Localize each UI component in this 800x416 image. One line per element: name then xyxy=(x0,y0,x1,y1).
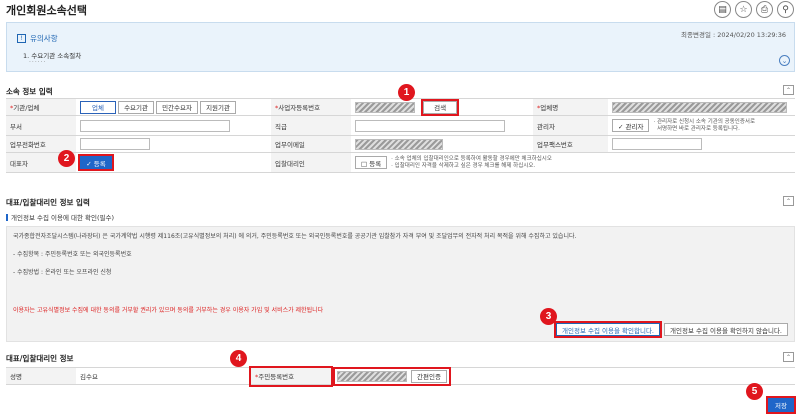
fax-label: 업무팩스번호 xyxy=(533,135,608,153)
collapse-icon[interactable]: ⌃ xyxy=(783,352,794,362)
dept-input[interactable] xyxy=(80,119,230,132)
agree-button[interactable]: 개인정보 수집 이용을 확인합니다. xyxy=(554,321,662,338)
agent-hint: · 소속 업체의 입찰대리인으로 등록하여 활동할 경우에만 체크하십시오 · … xyxy=(391,155,552,169)
collapse-icon[interactable]: ⌃ xyxy=(783,196,794,206)
section-title-rep: 대표/입찰대리인 정보 xyxy=(6,354,74,363)
disagree-button[interactable]: 개인정보 수집 이용을 확인하지 않습니다. xyxy=(664,323,788,336)
bullet-bar xyxy=(6,213,8,221)
consent-subtitle: 개인정보 수집 이용에 대한 확인(필수) xyxy=(6,212,114,222)
company-label: *업체명 xyxy=(533,98,608,116)
consent-choices: 개인정보 수집 이용을 확인합니다. 개인정보 수집 이용을 확인하지 않습니다… xyxy=(554,321,788,338)
search-button[interactable]: 검색 xyxy=(421,98,460,116)
manager-label: 관리자 xyxy=(533,115,608,136)
agent-label: 입찰대리인 xyxy=(271,152,351,173)
notice-icon: ! xyxy=(17,34,26,43)
zoom-icon[interactable]: ⚲ xyxy=(777,1,794,18)
bizno-label: *사업자등록번호 xyxy=(271,98,351,116)
step-badge-5: 5 xyxy=(746,383,763,400)
company-cell xyxy=(608,98,795,116)
org-type-private-button[interactable]: 민간수요자 xyxy=(156,100,198,114)
org-type-support-button[interactable]: 지원기관 xyxy=(200,100,236,114)
manager-hint: · 관리자로 신청시 소속 기관의 공동인증서로 서명하면 바로 관리자로 등록… xyxy=(653,118,756,132)
rrn-group: 간편인증 xyxy=(333,366,451,386)
affiliation-form: *기관/업체 업체 수요기관 민간수요자 지원기관 *사업자등록번호 검색 *업… xyxy=(6,98,795,173)
company-field xyxy=(612,101,787,113)
rrn-field xyxy=(337,370,407,382)
position-input[interactable] xyxy=(355,119,505,132)
section-title-consent: 대표/입찰대리인 정보 입력 xyxy=(6,198,90,207)
print-icon[interactable]: ⎙ xyxy=(756,1,773,18)
bizno-cell: 검색 xyxy=(351,98,533,116)
step-badge-1: 1 xyxy=(398,84,415,101)
phone-input[interactable] xyxy=(80,138,150,150)
step-badge-3: 3 xyxy=(540,308,557,325)
bizno-field[interactable] xyxy=(355,101,415,113)
section-title-affiliation: 소속 정보 입력 xyxy=(6,87,53,96)
last-updated: 최종변경일 : 2024/02/20 13:29:36 xyxy=(681,31,786,39)
collapse-icon[interactable]: ⌃ xyxy=(783,85,794,95)
manual-icon[interactable]: ▤ xyxy=(714,1,731,18)
name-value: 김수요 xyxy=(76,367,251,385)
fax-input[interactable] xyxy=(612,138,702,150)
top-toolbar: ▤ ☆ ⎙ ⚲ xyxy=(714,1,794,18)
consent-item: - 수집항목 : 주민등록번호 또는 외국인등록번호 xyxy=(13,251,132,258)
notice-panel: ! 유의사항 1. 수요기관 소속절차 ...... 최종변경일 : 2024/… xyxy=(6,22,795,72)
dept-label: 부서 xyxy=(6,115,76,136)
page-title: 개인회원소속선택 xyxy=(6,4,87,17)
step-badge-4: 4 xyxy=(230,350,247,367)
org-type-cell: 업체 수요기관 민간수요자 지원기관 xyxy=(76,98,271,116)
consent-warning: 이용자는 고유식별정보 수집에 대한 동의를 거부할 권리가 있으며 동의를 거… xyxy=(13,307,324,314)
consent-panel: 국가종합전자조달시스템(나라장터) 은 국가계약법 시행령 제116조(고유식별… xyxy=(6,226,795,342)
rep-register-checkbox[interactable]: ✓ 등록 xyxy=(78,154,114,171)
name-label: 성명 xyxy=(6,367,76,385)
rrn-label: *주민등록번호 xyxy=(249,365,333,387)
favorite-icon[interactable]: ☆ xyxy=(735,1,752,18)
email-label: 업무이메일 xyxy=(271,135,351,153)
org-type-company-button[interactable]: 업체 xyxy=(80,100,116,114)
step-badge-2: 2 xyxy=(58,150,75,167)
position-label: 직급 xyxy=(271,115,351,136)
rep-form: 성명 김수요 *주민등록번호 간편인증 xyxy=(6,365,795,387)
consent-method: - 수집방법 : 온라인 또는 오프라인 신청 xyxy=(13,269,112,276)
manager-checkbox[interactable]: ✓ 관리자 xyxy=(612,119,650,132)
email-field[interactable] xyxy=(355,138,443,150)
consent-text: 국가종합전자조달시스템(나라장터) 은 국가계약법 시행령 제116조(고유식별… xyxy=(13,233,577,240)
simple-auth-button[interactable]: 간편인증 xyxy=(411,369,447,383)
notice-more: ...... xyxy=(29,57,47,64)
notice-header[interactable]: ! 유의사항 xyxy=(17,33,58,44)
org-type-label: *기관/업체 xyxy=(6,98,76,116)
agent-register-checkbox[interactable]: □ 등록 xyxy=(355,156,388,169)
notice-title: 유의사항 xyxy=(30,34,58,43)
chevron-down-icon[interactable]: ⌄ xyxy=(779,55,790,66)
org-type-demand-button[interactable]: 수요기관 xyxy=(118,100,154,114)
save-button[interactable]: 저장 xyxy=(766,396,796,414)
